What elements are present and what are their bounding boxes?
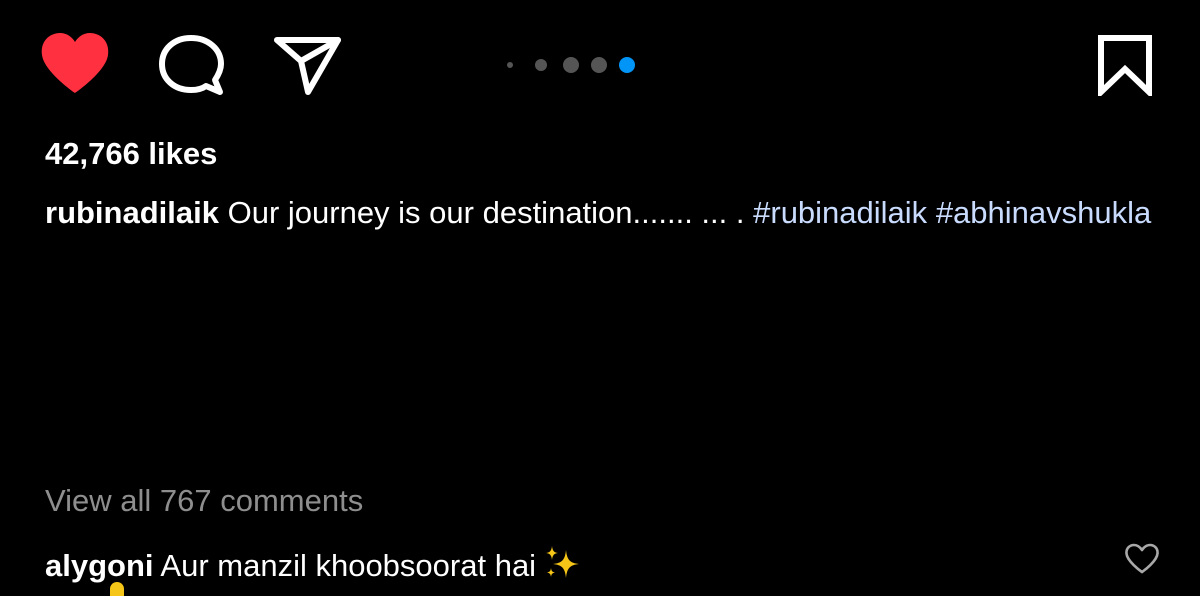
carousel-dot (535, 59, 547, 71)
save-bookmark-icon[interactable] (1096, 34, 1154, 96)
post-caption: rubinadilaik Our journey is our destinat… (45, 193, 1155, 233)
comment-bubble-icon[interactable] (158, 34, 224, 96)
sparkles-icon (542, 546, 582, 589)
comment-item: alygoni Aur manzil khoobsoorat hai (45, 538, 1105, 588)
carousel-dot (591, 57, 607, 73)
caption-text: Our journey is our destination....... ..… (218, 195, 754, 230)
carousel-dot (563, 57, 579, 73)
view-all-comments-link[interactable]: View all 767 comments (45, 481, 363, 521)
like-heart-icon[interactable] (40, 33, 110, 95)
emoji-partial-icon (110, 582, 124, 596)
carousel-dot-active (619, 57, 635, 73)
carousel-dot (507, 62, 513, 68)
share-paper-plane-icon[interactable] (274, 36, 342, 96)
caption-username[interactable]: rubinadilaik (45, 195, 219, 230)
comment-heart-outline-icon[interactable] (1124, 543, 1160, 575)
likes-count[interactable]: 42,766 likes (45, 134, 217, 174)
comment-username[interactable]: alygoni (45, 548, 154, 583)
caption-hashtag[interactable]: #rubinadilaik (753, 195, 927, 230)
caption-hashtag[interactable]: #abhinavshukla (936, 195, 1151, 230)
comment-text: Aur manzil khoobsoorat hai (153, 548, 537, 583)
